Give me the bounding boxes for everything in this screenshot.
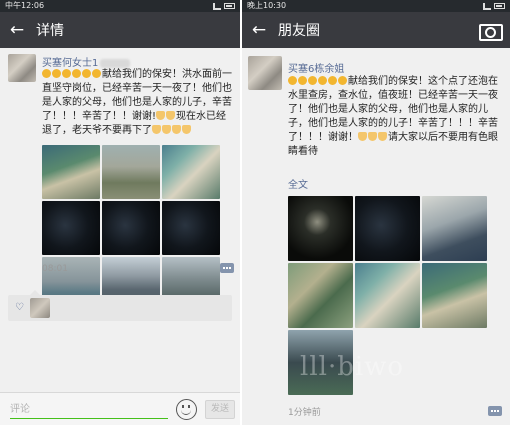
muscle-emoji-icon: [52, 69, 61, 78]
thumbs-up-emoji-icon: [92, 69, 101, 78]
pray-emoji-icon: [182, 125, 191, 134]
smiley-icon[interactable]: [176, 399, 197, 420]
muscle-emoji-icon: [298, 76, 307, 85]
title-bar: ← 朋友圈: [242, 12, 510, 48]
photo-thumbnail[interactable]: [162, 145, 220, 199]
thumbs-up-emoji-icon: [72, 69, 81, 78]
post-time: 1分钟前: [288, 408, 321, 418]
post-text: 献给我们的保安！洪水面前一直坚守岗位，已经辛苦一天一夜了！他们也是人家的父母，他…: [42, 68, 234, 138]
pray-emoji-icon: [368, 132, 377, 141]
muscle-emoji-icon: [288, 76, 297, 85]
system-icons: [213, 0, 235, 12]
pray-emoji-icon: [172, 125, 181, 134]
muscle-emoji-icon: [308, 76, 317, 85]
expand-full-text-link[interactable]: 全文: [288, 176, 308, 191]
muscle-emoji-icon: [62, 69, 71, 78]
watermark: lll·biwo: [300, 352, 405, 382]
comment-input[interactable]: [10, 401, 168, 419]
system-icons: [483, 0, 505, 12]
signal-icon: [213, 2, 221, 10]
status-bar: 中午12:06: [0, 0, 240, 12]
post-text-part2: 谢！: [338, 132, 358, 143]
detail-screen: 中午12:06 ← 详情 买塞何女士1 献给我们的保安！洪水面前一直坚守岗位，已…: [0, 0, 240, 425]
status-bar: 晚上10:30: [242, 0, 510, 12]
back-arrow-icon[interactable]: ←: [0, 12, 34, 48]
author-name[interactable]: 买塞何女士1: [42, 54, 131, 69]
thumbs-up-emoji-icon: [82, 69, 91, 78]
photo-thumbnail[interactable]: [162, 201, 220, 255]
pray-emoji-icon: [378, 132, 387, 141]
post-text: 献给我们的保安！这个点了还泡在水里查房，查水位，值夜班！已经辛苦一天一夜了！他们…: [288, 75, 504, 159]
send-button[interactable]: 发送: [205, 400, 235, 419]
photo-thumbnail[interactable]: [42, 201, 100, 255]
photo-thumbnail[interactable]: [288, 196, 353, 261]
thumbs-up-emoji-icon: [318, 76, 327, 85]
comment-icon[interactable]: [488, 406, 502, 416]
photo-thumbnail[interactable]: [102, 145, 160, 199]
liker-avatar[interactable]: [30, 298, 50, 318]
status-time: 中午12:06: [5, 1, 45, 10]
thumbs-up-emoji-icon: [328, 76, 337, 85]
page-title: 详情: [36, 23, 64, 39]
signal-icon: [483, 2, 491, 10]
back-arrow-icon[interactable]: ←: [242, 12, 276, 48]
redacted-name: [100, 58, 131, 68]
title-bar: ← 详情: [0, 12, 240, 48]
status-time: 晚上10:30: [247, 1, 287, 10]
comment-icon[interactable]: [220, 263, 234, 273]
muscle-emoji-icon: [42, 69, 51, 78]
comment-bar: 发送: [0, 392, 240, 425]
photo-thumbnail[interactable]: [422, 263, 487, 328]
thumbs-up-emoji-icon: [338, 76, 347, 85]
pray-emoji-icon: [162, 125, 171, 134]
photo-thumbnail[interactable]: [422, 196, 487, 261]
photo-thumbnail[interactable]: [42, 145, 100, 199]
page-title: 朋友圈: [278, 23, 320, 39]
photo-thumbnail[interactable]: [288, 263, 353, 328]
author-name[interactable]: 买塞6栋余姐: [288, 60, 344, 75]
photo-thumbnail[interactable]: [102, 201, 160, 255]
battery-icon: [494, 3, 505, 9]
pray-emoji-icon: [152, 125, 161, 134]
author-avatar[interactable]: [248, 56, 282, 90]
likes-bar: ♡: [8, 290, 232, 321]
author-avatar[interactable]: [8, 54, 36, 82]
pray-emoji-icon: [358, 132, 367, 141]
battery-icon: [224, 3, 235, 9]
heart-icon: ♡: [15, 302, 24, 313]
photo-grid: [42, 145, 220, 311]
pray-emoji-icon: [166, 111, 176, 120]
camera-icon[interactable]: [478, 21, 503, 41]
photo-thumbnail[interactable]: [355, 263, 420, 328]
photo-thumbnail[interactable]: [355, 196, 420, 261]
post-time: 08:01: [42, 264, 68, 274]
pray-emoji-icon: [156, 111, 166, 120]
